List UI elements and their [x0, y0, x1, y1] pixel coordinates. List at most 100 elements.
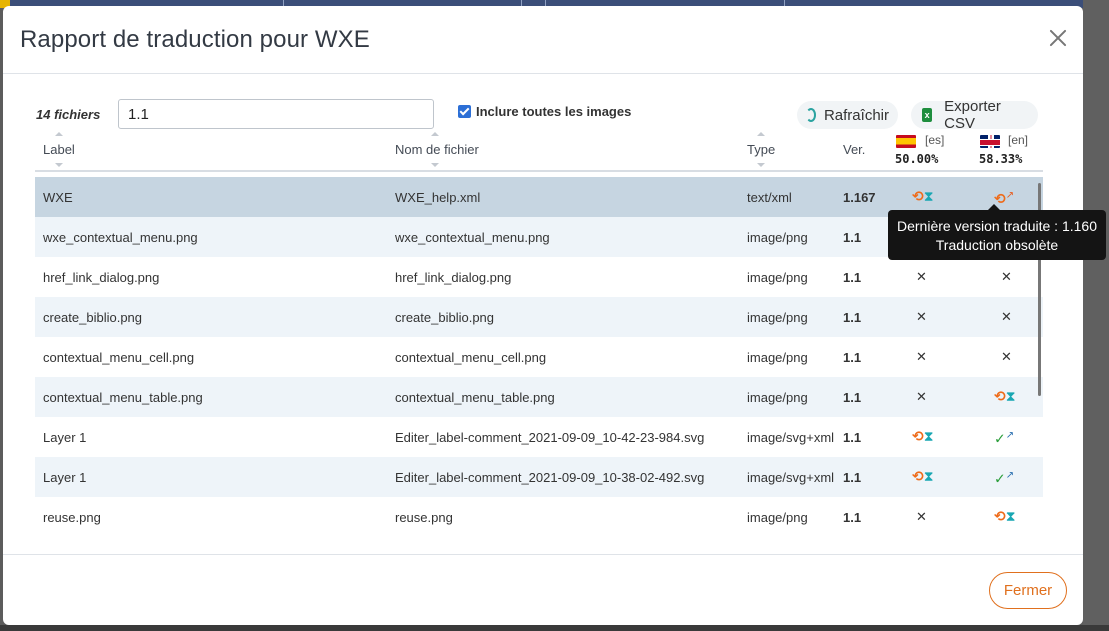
- modal-footer-rule: [3, 554, 1083, 555]
- row-filename: Editer_label-comment_2021-09-09_10-38-02…: [395, 470, 705, 485]
- hourglass-icon: ⧗: [1005, 388, 1016, 404]
- column-header-filename[interactable]: Nom de fichier: [395, 142, 479, 157]
- files-count: 14 fichiers: [36, 107, 101, 122]
- table-row[interactable]: reuse.png reuse.png image/png 1.1 ✕ ⟲⧗: [35, 497, 1043, 537]
- sort-asc-icon[interactable]: [431, 132, 439, 136]
- modal-title: Rapport de traduction pour WXE: [20, 26, 370, 53]
- row-filename: Editer_label-comment_2021-09-09_10-42-23…: [395, 430, 705, 445]
- uk-flag-icon: [980, 135, 1000, 148]
- row-label: wxe_contextual_menu.png: [43, 230, 198, 245]
- check-icon: ✓: [994, 470, 1006, 487]
- tooltip-line-2: Traduction obsolète: [935, 237, 1059, 253]
- table-row[interactable]: contextual_menu_cell.png contextual_menu_…: [35, 337, 1043, 377]
- status-es[interactable]: ✕: [916, 388, 927, 405]
- table-row[interactable]: create_biblio.png create_biblio.png image/…: [35, 297, 1043, 337]
- status-en[interactable]: ✓↗: [994, 428, 1014, 447]
- column-header-type[interactable]: Type: [747, 142, 775, 157]
- refresh-button[interactable]: Rafraîchir: [797, 101, 898, 129]
- row-type: image/png: [747, 230, 808, 245]
- hourglass-icon: ⧗: [923, 468, 934, 484]
- status-en[interactable]: ⟲⧗: [994, 508, 1016, 524]
- sort-asc-icon[interactable]: [55, 132, 63, 136]
- table-row[interactable]: href_link_dialog.png href_link_dialog.png…: [35, 257, 1043, 297]
- close-button[interactable]: Fermer: [989, 572, 1067, 609]
- modal-header: Rapport de traduction pour WXE: [3, 6, 1083, 74]
- row-filename: href_link_dialog.png: [395, 270, 512, 285]
- row-version: 1.1: [843, 510, 862, 525]
- row-type: image/svg+xml: [747, 470, 835, 485]
- include-images-checkbox[interactable]: [458, 105, 471, 118]
- row-version: 1.1: [843, 470, 862, 485]
- missing-icon: ✕: [916, 509, 927, 524]
- status-en[interactable]: ✕: [1001, 348, 1012, 365]
- export-csv-button[interactable]: x Exporter CSV: [911, 98, 1038, 132]
- column-header-version[interactable]: Ver.: [843, 142, 865, 157]
- row-filename: reuse.png: [395, 510, 453, 525]
- row-type: image/png: [747, 350, 808, 365]
- status-es[interactable]: ✕: [916, 348, 927, 365]
- backdrop-bottom-edge: [0, 625, 1109, 631]
- missing-icon: ✕: [1001, 349, 1012, 364]
- row-type: text/xml: [747, 190, 792, 205]
- row-version: 1.1: [843, 350, 862, 365]
- status-en[interactable]: ✕: [1001, 308, 1012, 325]
- status-es[interactable]: ⟲⧗: [912, 188, 934, 204]
- export-label: Exporter CSV: [944, 98, 1001, 132]
- status-es[interactable]: ⟲⧗: [912, 468, 934, 484]
- status-es[interactable]: ⟲⧗: [912, 428, 934, 444]
- row-filename: contextual_menu_cell.png: [395, 350, 547, 365]
- history-icon: ⟲: [912, 468, 924, 484]
- row-version: 1.1: [843, 270, 862, 285]
- history-icon: ⟲: [912, 188, 924, 204]
- check-icon: ✓: [994, 430, 1006, 447]
- table-row[interactable]: contextual_menu_table.png contextual_menu…: [35, 377, 1043, 417]
- filter-input[interactable]: [118, 99, 434, 129]
- row-version: 1.1: [843, 230, 862, 245]
- history-icon: ⟲: [994, 508, 1006, 524]
- row-version: 1.1: [843, 430, 862, 445]
- status-en[interactable]: ✕: [1001, 268, 1012, 285]
- excel-icon: x: [922, 108, 933, 122]
- row-label: Layer 1: [43, 470, 87, 485]
- missing-icon: ✕: [916, 309, 927, 324]
- row-filename: create_biblio.png: [395, 310, 495, 325]
- row-label: Layer 1: [43, 430, 87, 445]
- spain-flag-icon: [896, 135, 916, 148]
- lang-code-en: [en]: [1008, 133, 1029, 147]
- missing-icon: ✕: [916, 269, 927, 284]
- sort-desc-icon[interactable]: [757, 163, 765, 167]
- history-icon: ⟲: [912, 428, 924, 444]
- row-label: contextual_menu_cell.png: [43, 350, 195, 365]
- row-label: reuse.png: [43, 510, 101, 525]
- lang-code-es: [es]: [925, 133, 945, 147]
- status-es[interactable]: ✕: [916, 308, 927, 325]
- row-version: 1.1: [843, 390, 862, 405]
- external-link-icon[interactable]: ↗: [1006, 470, 1014, 481]
- sort-desc-icon[interactable]: [431, 163, 439, 167]
- table-row[interactable]: Layer 1 Editer_label-comment_2021-09-09_1…: [35, 417, 1043, 457]
- status-en[interactable]: ✓↗: [994, 468, 1014, 487]
- missing-icon: ✕: [1001, 269, 1012, 284]
- row-type: image/png: [747, 310, 808, 325]
- close-icon[interactable]: [1047, 27, 1069, 49]
- external-link-icon[interactable]: ↗: [1006, 430, 1014, 441]
- translation-report-modal: Rapport de traduction pour WXE 14 fichie…: [3, 6, 1083, 625]
- row-type: image/png: [747, 390, 808, 405]
- refresh-label: Rafraîchir: [823, 106, 889, 124]
- status-en[interactable]: ⟲⧗: [994, 388, 1016, 404]
- column-header-label[interactable]: Label: [43, 142, 75, 157]
- include-images-label[interactable]: Inclure toutes les images: [476, 104, 631, 119]
- version-tooltip: Dernière version traduite : 1.160 Traduc…: [888, 204, 1106, 260]
- external-link-icon[interactable]: ↗: [1006, 190, 1014, 201]
- hourglass-icon: ⧗: [1005, 508, 1016, 524]
- status-es[interactable]: ✕: [916, 268, 927, 285]
- refresh-icon: [806, 108, 816, 122]
- status-es[interactable]: ✕: [916, 508, 927, 525]
- hourglass-icon: ⧗: [923, 188, 934, 204]
- table-row[interactable]: Layer 1 Editer_label-comment_2021-09-09_1…: [35, 457, 1043, 497]
- lang-percent-es: 50.00%: [895, 152, 939, 166]
- missing-icon: ✕: [916, 349, 927, 364]
- sort-desc-icon[interactable]: [55, 163, 63, 167]
- sort-asc-icon[interactable]: [757, 132, 765, 136]
- hourglass-icon: ⧗: [923, 428, 934, 444]
